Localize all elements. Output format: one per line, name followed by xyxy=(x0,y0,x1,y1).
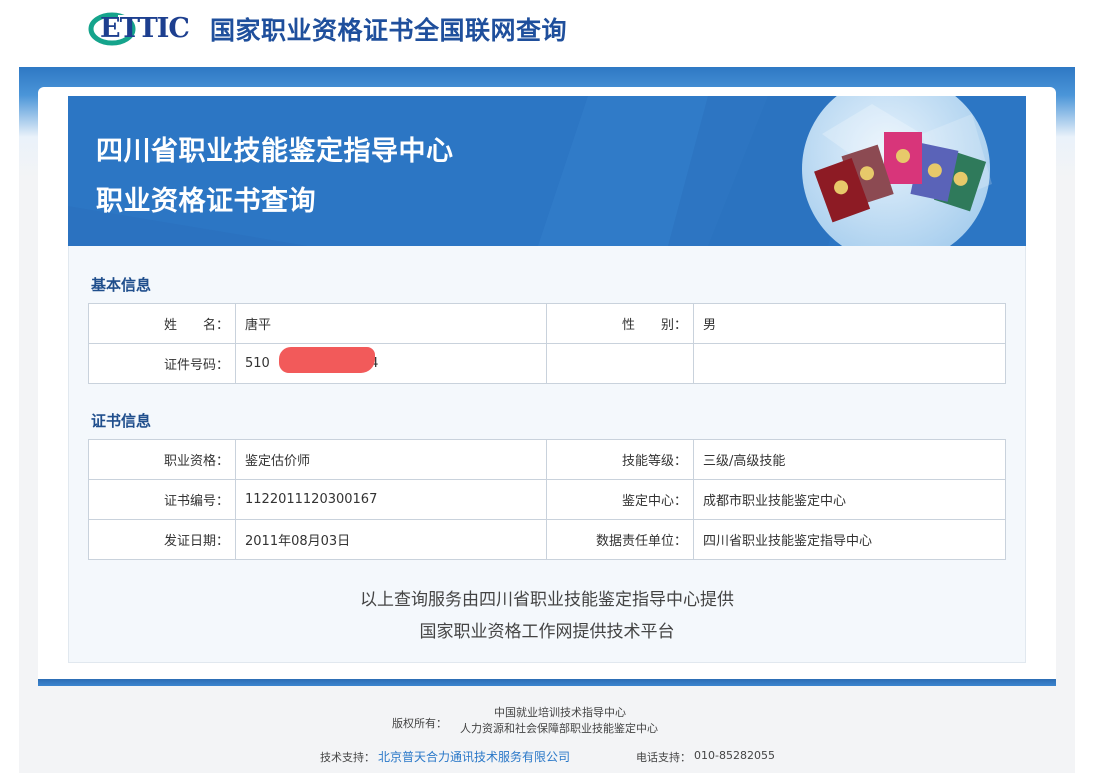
assessment-center-value: 成都市职业技能鉴定中心 xyxy=(693,479,1006,520)
table-row: 证书编号： 1122011120300167 鉴定中心： 成都市职业技能鉴定中心 xyxy=(88,479,1006,520)
ettic-logo: ETTIC xyxy=(88,12,200,46)
phone-support-label: 电话支持： xyxy=(636,751,691,764)
gender-value: 男 xyxy=(693,303,1006,344)
certificate-number-label: 证书编号： xyxy=(88,479,236,520)
banner-subtitle: 职业资格证书查询 xyxy=(96,186,316,217)
id-number-label: 证件号码： xyxy=(88,343,236,384)
service-provider-note: 以上查询服务由四川省职业技能鉴定指导中心提供 xyxy=(360,590,734,610)
id-number-prefix: 510 xyxy=(245,356,270,371)
empty-cell xyxy=(546,343,694,384)
copyright-label: 版权所有： xyxy=(392,717,447,730)
name-label: 姓 名： xyxy=(88,303,236,344)
assessment-center-label: 鉴定中心： xyxy=(546,479,694,520)
site-logo[interactable]: ETTIC xyxy=(88,12,200,46)
id-number-value: 51014 xyxy=(235,343,547,384)
responsible-unit-value: 四川省职业技能鉴定指导中心 xyxy=(693,519,1006,560)
banner-org-name: 四川省职业技能鉴定指导中心 xyxy=(96,136,454,167)
qualification-label: 职业资格： xyxy=(88,439,236,480)
gender-label: 性 别： xyxy=(546,303,694,344)
table-row: 姓 名： 唐平 性 别： 男 xyxy=(88,303,1006,344)
platform-note: 国家职业资格工作网提供技术平台 xyxy=(419,622,675,642)
card-bottom-border xyxy=(38,679,1056,686)
table-row: 发证日期： 2011年08月03日 数据责任单位： 四川省职业技能鉴定指导中心 xyxy=(88,519,1006,560)
redaction-mark xyxy=(279,347,375,373)
logo-text: ETTIC xyxy=(100,13,190,44)
tech-support-link[interactable]: 北京普天合力通讯技术服务有限公司 xyxy=(378,748,570,765)
certificate-number-value: 1122011120300167 xyxy=(235,479,547,520)
tech-support-label: 技术支持： xyxy=(320,751,375,764)
issue-date-value: 2011年08月03日 xyxy=(235,519,547,560)
copyright-org-2: 人力资源和社会保障部职业技能鉴定中心 xyxy=(460,722,658,735)
responsible-unit-label: 数据责任单位： xyxy=(546,519,694,560)
site-title: 国家职业资格证书全国联网查询 xyxy=(210,16,568,45)
name-value: 唐平 xyxy=(235,303,547,344)
certificate-info-table: 职业资格： 鉴定估价师 技能等级： 三级/高级技能 证书编号： 11220111… xyxy=(88,439,1006,560)
table-row: 职业资格： 鉴定估价师 技能等级： 三级/高级技能 xyxy=(88,439,1006,480)
empty-cell xyxy=(693,343,1006,384)
certificates-globe-icon xyxy=(802,96,992,246)
basic-info-table: 姓 名： 唐平 性 别： 男 证件号码： 51014 xyxy=(88,303,1006,384)
skill-level-value: 三级/高级技能 xyxy=(693,439,1006,480)
table-row: 证件号码： 51014 xyxy=(88,343,1006,384)
certificate-info-title: 证书信息 xyxy=(91,412,152,430)
basic-info-title: 基本信息 xyxy=(91,276,152,294)
skill-level-label: 技能等级： xyxy=(546,439,694,480)
phone-support-number: 010-85282055 xyxy=(694,749,775,762)
copyright-org-1: 中国就业培训技术指导中心 xyxy=(494,706,626,719)
query-banner: 四川省职业技能鉴定指导中心 职业资格证书查询 xyxy=(68,96,1026,246)
qualification-value: 鉴定估价师 xyxy=(235,439,547,480)
issue-date-label: 发证日期： xyxy=(88,519,236,560)
